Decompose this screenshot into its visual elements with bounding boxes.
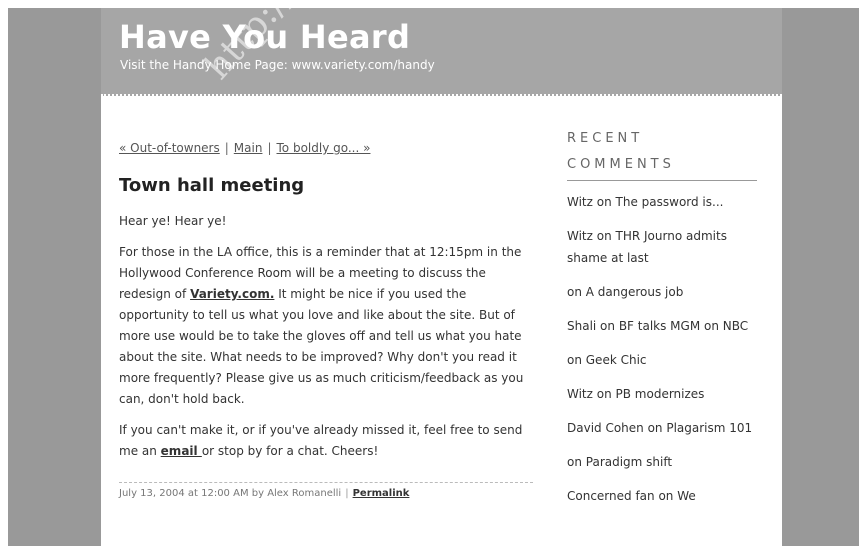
permalink-link[interactable]: Permalink [353, 488, 410, 499]
comment-item[interactable]: Witz on THR Journo admits shame at last [567, 225, 757, 269]
entry-navigation: « Out-of-towners | Main | To boldly go... » [119, 138, 533, 159]
entry-body: Hear ye! Hear ye! For those in the LA of… [119, 211, 533, 462]
nav-separator: | [224, 141, 229, 155]
variety-link[interactable]: Variety.com. [190, 287, 274, 301]
main-link[interactable]: Main [234, 141, 263, 155]
recent-comments-heading: RECENT COMMENTS [567, 126, 757, 181]
comment-item[interactable]: on A dangerous job [567, 281, 757, 303]
next-entry-link[interactable]: To boldly go... » [277, 141, 371, 155]
browser-viewport: Have You Heard Visit the Handy Home Page… [8, 8, 859, 546]
blog-title[interactable]: Have You Heard [119, 18, 410, 56]
entry-paragraph: Hear ye! Hear ye! [119, 214, 227, 228]
comment-item[interactable]: on Geek Chic [567, 349, 757, 371]
comment-item[interactable]: Shali on BF talks MGM on NBC [567, 315, 757, 337]
paragraph-text: It might be nice if you used the opportu… [119, 287, 524, 406]
sidebar: RECENT COMMENTS Witz on The password is.… [567, 126, 757, 507]
blog-banner: Have You Heard Visit the Handy Home Page… [101, 8, 782, 96]
entry-footer: July 13, 2004 at 12:00 AM by Alex Romane… [119, 482, 533, 501]
prev-entry-link[interactable]: « Out-of-towners [119, 141, 220, 155]
blog-subtitle: Visit the Handy Home Page: www.variety.c… [120, 58, 435, 72]
comment-item[interactable]: Witz on The password is... [567, 191, 757, 213]
entry-paragraph: If you can't make it, or if you've alrea… [119, 420, 533, 462]
paragraph-text: or stop by for a chat. Cheers! [201, 444, 379, 458]
entry-title: Town hall meeting [119, 175, 305, 196]
footer-separator: | [345, 488, 349, 499]
blog-page: Have You Heard Visit the Handy Home Page… [101, 8, 782, 546]
comment-item[interactable]: Witz on PB modernizes [567, 383, 757, 405]
nav-separator: | [267, 141, 272, 155]
entry-paragraph: For those in the LA office, this is a re… [119, 242, 533, 410]
comment-item[interactable]: on Paradigm shift [567, 451, 757, 473]
comment-item[interactable]: David Cohen on Plagarism 101 [567, 417, 757, 439]
comment-item[interactable]: Concerned fan on We [567, 485, 757, 507]
recent-comments-list: Witz on The password is... Witz on THR J… [567, 191, 757, 507]
entry-meta: July 13, 2004 at 12:00 AM by Alex Romane… [119, 488, 342, 499]
main-content: « Out-of-towners | Main | To boldly go... » … [119, 138, 533, 501]
email-link[interactable]: email [161, 444, 202, 458]
